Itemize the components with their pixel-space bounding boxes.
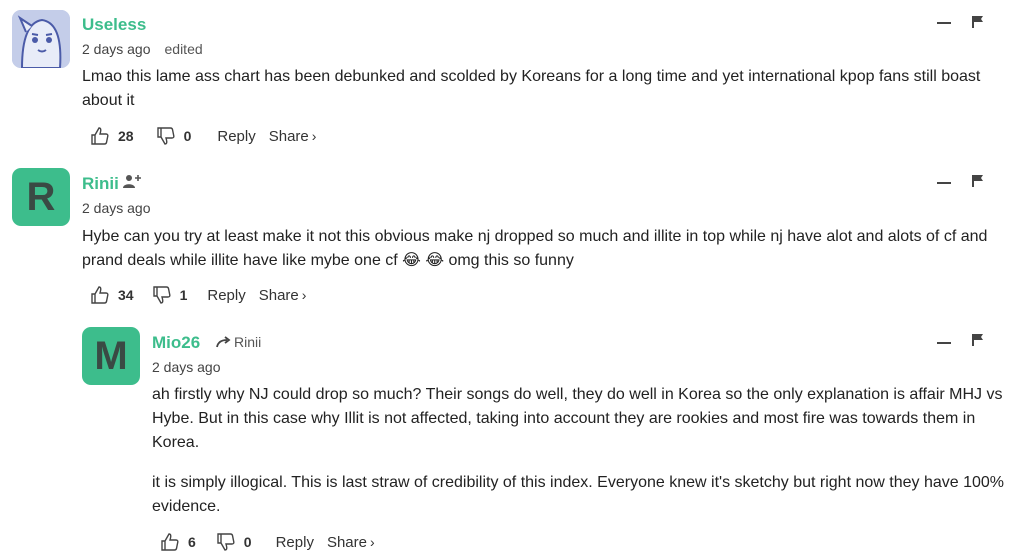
comment-actions: 28 0 Reply Share › <box>90 126 316 146</box>
like-button[interactable]: 34 <box>90 285 134 305</box>
reply-arrow-icon <box>216 336 231 348</box>
comment-paragraph: Lmao this lame ass chart has been debunk… <box>82 68 981 109</box>
share-button[interactable]: Share › <box>327 534 375 551</box>
like-button[interactable]: 6 <box>160 532 196 552</box>
share-label: Share <box>258 286 299 304</box>
dislike-count: 0 <box>243 534 252 550</box>
dislike-count: 1 <box>179 287 188 303</box>
comment-actions: 6 0 Reply Share › <box>160 532 375 552</box>
timestamp[interactable]: 2 days ago <box>152 359 221 375</box>
dislike-button[interactable]: 1 <box>152 285 188 305</box>
timestamp[interactable]: 2 days ago <box>82 41 151 57</box>
username[interactable]: Mio26 <box>152 333 200 353</box>
comment-meta: 2 days ago edited <box>82 41 203 57</box>
avatar[interactable] <box>12 10 70 68</box>
comment-paragraph: Hybe can you try at least make it not th… <box>82 228 988 269</box>
like-count: 34 <box>118 287 134 303</box>
thumbs-down-icon <box>152 286 171 304</box>
share-arrow: › <box>369 533 375 550</box>
timestamp[interactable]: 2 days ago <box>82 200 151 216</box>
reply-button[interactable]: Reply <box>217 128 255 145</box>
collapse-button[interactable] <box>937 342 951 344</box>
reply-button[interactable]: Reply <box>276 534 314 551</box>
share-button[interactable]: Share › <box>259 287 307 304</box>
share-label: Share <box>268 127 309 145</box>
username[interactable]: Rinii <box>82 174 119 194</box>
follow-user-icon[interactable] <box>122 173 142 189</box>
share-button[interactable]: Share › <box>269 128 317 145</box>
username[interactable]: Useless <box>82 15 146 35</box>
comment-text: Lmao this lame ass chart has been debunk… <box>82 65 1002 113</box>
thumbs-down-icon <box>156 127 175 145</box>
avatar[interactable]: R <box>12 168 70 226</box>
edited-label: edited <box>164 41 203 57</box>
like-count: 6 <box>188 534 196 550</box>
dislike-button[interactable]: 0 <box>156 126 192 146</box>
dislike-count: 0 <box>183 128 192 144</box>
thumbs-down-icon <box>217 533 235 551</box>
like-button[interactable]: 28 <box>90 126 134 146</box>
flag-icon[interactable] <box>971 174 985 188</box>
avatar[interactable]: M <box>82 327 140 385</box>
thumbs-up-icon <box>91 286 109 304</box>
comment-text: Hybe can you try at least make it not th… <box>82 225 1012 273</box>
collapse-button[interactable] <box>937 22 951 24</box>
thumbs-up-icon <box>91 127 109 145</box>
share-label: Share <box>326 533 367 551</box>
like-count: 28 <box>118 128 134 144</box>
share-arrow: › <box>301 286 307 303</box>
reply-to[interactable]: Rinii <box>216 334 261 350</box>
reply-button[interactable]: Reply <box>207 287 245 304</box>
comment-text: ah firstly why NJ could drop so much? Th… <box>152 383 1012 519</box>
collapse-button[interactable] <box>937 182 951 184</box>
flag-icon[interactable] <box>971 15 985 29</box>
comment-actions: 34 1 Reply Share › <box>90 285 306 305</box>
dislike-button[interactable]: 0 <box>216 532 252 552</box>
thumbs-up-icon <box>161 533 179 551</box>
share-arrow: › <box>311 127 317 144</box>
comment-paragraph: ah firstly why NJ could drop so much? Th… <box>152 386 1003 451</box>
reply-to-username: Rinii <box>234 334 262 350</box>
flag-icon[interactable] <box>971 333 985 347</box>
comment-paragraph: it is simply illogical. This is last str… <box>152 474 1005 515</box>
cartoon-face-avatar-icon <box>12 10 70 68</box>
